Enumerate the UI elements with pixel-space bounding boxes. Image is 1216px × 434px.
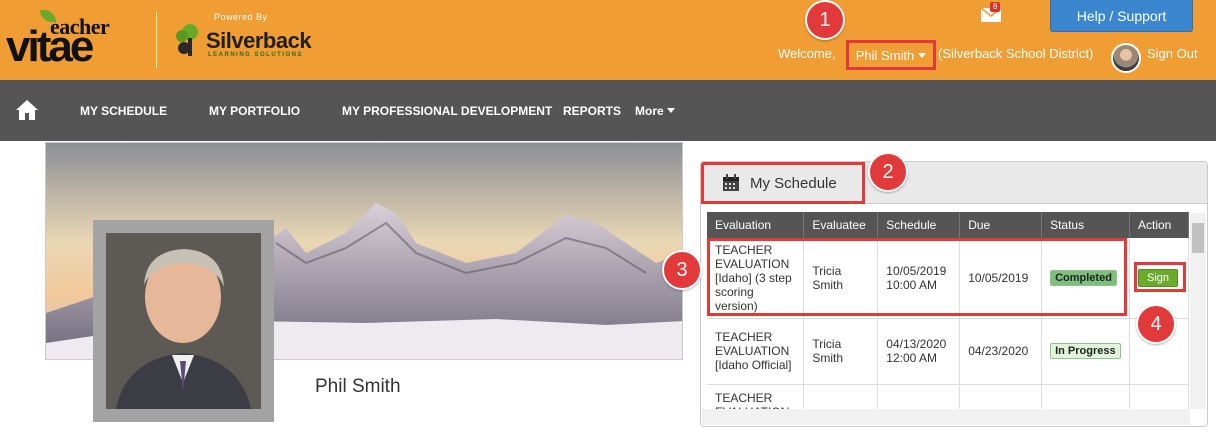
mail-count-badge: 8 [990, 2, 1001, 12]
col-schedule[interactable]: Schedule [877, 212, 961, 238]
schedule-cell: 04/13/2020 12:00 AM [877, 318, 961, 385]
chevron-down-icon [918, 52, 927, 58]
table-row[interactable]: TEACHER EVALUATION [Idaho Official] Tric… [707, 318, 1190, 385]
nav-my-portfolio[interactable]: MY PORTFOLIO [209, 80, 300, 141]
col-evaluatee[interactable]: Evaluatee [803, 212, 879, 238]
nav-reports[interactable]: REPORTS [563, 80, 621, 141]
sign-button[interactable]: Sign [1137, 268, 1179, 287]
avatar [1111, 43, 1141, 73]
nav-my-professional-development[interactable]: MY PROFESSIONAL DEVELOPMENT [342, 80, 552, 141]
silverback-logo: Powered By Silverback LEARNING SOLUTIONS [172, 12, 322, 62]
col-evaluation[interactable]: Evaluation [707, 212, 805, 238]
evaluatee-cell: Tricia Smith [803, 238, 879, 319]
scrollbar-thumb[interactable] [1192, 223, 1204, 253]
callout-3: 3 [662, 250, 702, 290]
vertical-scrollbar[interactable] [1190, 213, 1206, 409]
schedule-table: Evaluation Evaluatee Schedule Due Status… [707, 212, 1190, 425]
horizontal-scrollbar[interactable] [702, 409, 1190, 425]
col-status[interactable]: Status [1041, 212, 1130, 238]
user-name: Phil Smith [855, 47, 915, 63]
teacher-vitae-logo[interactable]: eacher vitae [6, 8, 156, 71]
header-divider [156, 12, 157, 68]
district-label: (Silverback School District) [938, 46, 1094, 61]
powered-by-text: Powered By [214, 12, 268, 22]
main-nav: MY SCHEDULE MY PORTFOLIO MY PROFESSIONAL… [0, 80, 1216, 141]
col-action[interactable]: Action [1129, 212, 1190, 238]
nav-more-label: More [635, 103, 664, 118]
top-header: eacher vitae Powered By Silverback LEARN… [0, 0, 1216, 80]
evaluation-cell[interactable]: TEACHER EVALUATION [Idaho] (3 step scori… [707, 238, 805, 319]
due-cell: 10/05/2019 [959, 238, 1043, 319]
status-badge: Completed [1050, 269, 1117, 286]
table-row[interactable]: TEACHER EVALUATION [Idaho] (3 step scori… [707, 238, 1190, 319]
home-icon[interactable] [15, 99, 39, 121]
silverback-name: Silverback [206, 28, 312, 53]
logo-vitae-text: vitae [6, 22, 94, 71]
chevron-down-icon [666, 108, 675, 113]
sign-out-link[interactable]: Sign Out [1147, 46, 1198, 61]
help-support-button[interactable]: Help / Support [1050, 0, 1193, 32]
callout-1: 1 [805, 0, 845, 40]
nav-more[interactable]: More [635, 80, 675, 141]
evaluation-cell[interactable]: TEACHER EVALUATION [Idaho Official] [707, 318, 805, 385]
callout-2: 2 [868, 152, 908, 192]
gorilla-tree-icon [176, 24, 198, 56]
status-cell: Completed [1041, 238, 1130, 319]
schedule-title-text: My Schedule [750, 174, 837, 192]
status-cell: In Progress [1041, 318, 1130, 385]
due-cell: 04/23/2020 [959, 318, 1043, 385]
profile-photo [106, 233, 261, 409]
schedule-title: My Schedule [701, 162, 865, 204]
welcome-label: Welcome, [778, 46, 836, 61]
user-menu-dropdown[interactable]: Phil Smith [846, 40, 936, 70]
callout-4: 4 [1136, 304, 1176, 344]
evaluatee-cell: Tricia Smith [803, 318, 879, 385]
silverback-sub: LEARNING SOLUTIONS [208, 52, 304, 58]
calendar-icon [723, 174, 739, 191]
schedule-cell: 10/05/2019 10:00 AM [877, 238, 961, 319]
profile-photo-frame [93, 220, 274, 422]
status-badge: In Progress [1050, 343, 1121, 359]
col-due[interactable]: Due [959, 212, 1043, 238]
nav-my-schedule[interactable]: MY SCHEDULE [80, 80, 167, 141]
table-header-row: Evaluation Evaluatee Schedule Due Status… [707, 212, 1190, 238]
schedule-header: My Schedule [701, 162, 1207, 204]
profile-name: Phil Smith [315, 376, 401, 397]
my-schedule-widget: My Schedule Evaluation Evaluatee Schedul… [700, 161, 1208, 427]
